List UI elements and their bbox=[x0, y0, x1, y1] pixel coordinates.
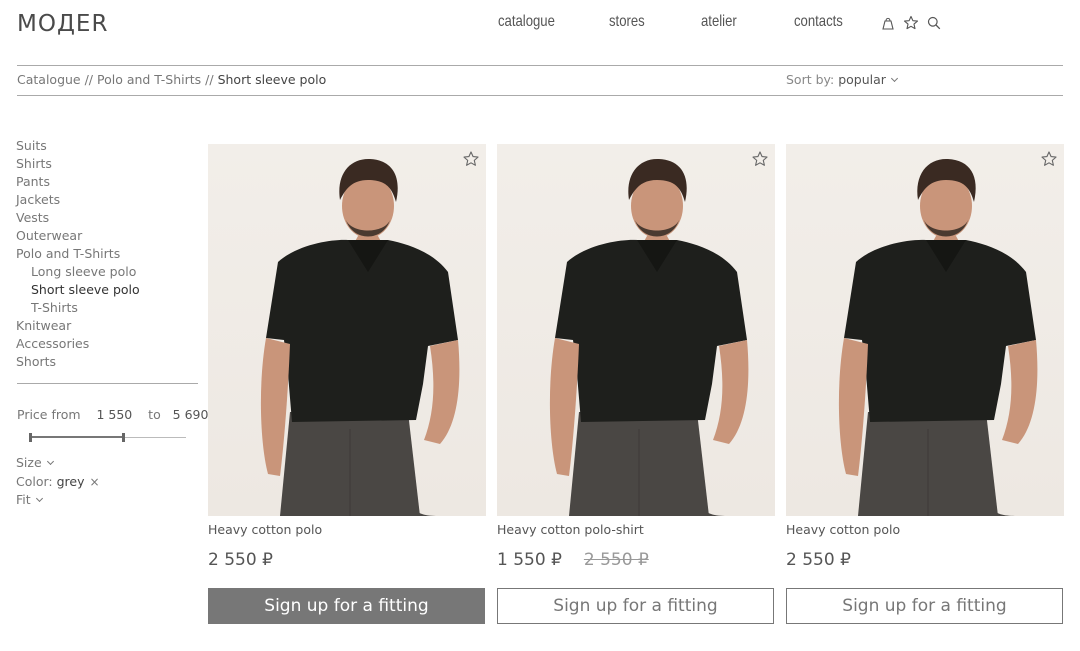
product-image[interactable] bbox=[497, 144, 775, 516]
product-image[interactable] bbox=[208, 144, 486, 516]
sidebar-category-item[interactable]: Suits bbox=[16, 137, 140, 155]
nav-catalogue[interactable]: catalogue bbox=[498, 13, 555, 35]
product-photo bbox=[260, 158, 460, 516]
price-filter: Price from 1 550 to 5 690 bbox=[17, 407, 208, 422]
sidebar-category-item[interactable]: Knitwear bbox=[16, 317, 140, 335]
price-min-input[interactable]: 1 550 bbox=[96, 407, 132, 422]
chevron-down-icon bbox=[35, 494, 43, 503]
sidebar-category-item[interactable]: Polo and T-Shirts bbox=[16, 245, 140, 263]
add-to-favorites-icon[interactable] bbox=[462, 150, 480, 168]
product-name[interactable]: Heavy cotton polo-shirt bbox=[497, 522, 775, 540]
size-filter[interactable]: Size bbox=[16, 455, 54, 470]
remove-color-filter-icon[interactable]: × bbox=[90, 475, 100, 489]
sidebar-divider bbox=[17, 383, 198, 384]
sort-dropdown[interactable]: Sort by: popular bbox=[786, 72, 898, 87]
sidebar-category-item[interactable]: Pants bbox=[16, 173, 140, 191]
product-price-row: 1 550 ₽ 2 550 ₽ bbox=[497, 550, 775, 574]
product-card[interactable]: Heavy cotton polo 2 550 ₽ Sign up for a fi… bbox=[786, 144, 1064, 624]
product-price: 1 550 ₽ bbox=[497, 550, 562, 570]
size-filter-label: Size bbox=[16, 455, 42, 470]
nav-stores[interactable]: stores bbox=[609, 13, 645, 35]
product-old-price: 2 550 ₽ bbox=[583, 550, 649, 570]
price-slider-min-handle[interactable] bbox=[29, 433, 32, 442]
sidebar-category-item[interactable]: Long sleeve polo bbox=[16, 263, 140, 281]
sidebar-category-item[interactable]: Vests bbox=[16, 209, 140, 227]
sidebar-category-item[interactable]: Shirts bbox=[16, 155, 140, 173]
fit-filter[interactable]: Fit bbox=[16, 492, 43, 507]
sidebar-category-item[interactable]: Shorts bbox=[16, 353, 140, 371]
category-list: Suits Shirts Pants Jackets Vests Outerwear Pol… bbox=[16, 137, 140, 371]
price-slider-range bbox=[30, 436, 124, 438]
product-price: 2 550 ₽ bbox=[786, 550, 851, 570]
sort-value[interactable]: popular bbox=[838, 72, 886, 87]
toolbar-divider bbox=[17, 95, 1063, 96]
product-price: 2 550 ₽ bbox=[208, 550, 273, 570]
product-photo bbox=[549, 158, 749, 516]
sign-up-fitting-button[interactable]: Sign up for a fitting bbox=[786, 588, 1063, 624]
price-to-label: to bbox=[148, 407, 161, 422]
chevron-down-icon bbox=[890, 74, 898, 83]
price-slider-max-handle[interactable] bbox=[122, 433, 125, 442]
product-name[interactable]: Heavy cotton polo bbox=[208, 522, 486, 540]
price-max-input[interactable]: 5 690 bbox=[173, 407, 209, 422]
product-image[interactable] bbox=[786, 144, 1064, 516]
product-card[interactable]: Heavy cotton polo-shirt 1 550 ₽ 2 550 ₽ Sig… bbox=[497, 144, 775, 624]
price-from-label: Price from bbox=[17, 407, 81, 422]
favorites-icon[interactable] bbox=[903, 15, 919, 31]
breadcrumb: Catalogue // Polo and T-Shirts // Short … bbox=[17, 72, 326, 87]
product-photo bbox=[838, 158, 1038, 516]
add-to-favorites-icon[interactable] bbox=[751, 150, 769, 168]
nav-contacts[interactable]: contacts bbox=[794, 13, 843, 35]
breadcrumb-path[interactable]: Catalogue // Polo and T-Shirts // bbox=[17, 72, 218, 87]
color-filter-value: grey bbox=[56, 474, 85, 489]
color-filter[interactable]: Color: grey × bbox=[16, 474, 100, 489]
chevron-down-icon bbox=[46, 457, 54, 466]
fit-filter-label: Fit bbox=[16, 492, 31, 507]
sidebar-category-item[interactable]: T-Shirts bbox=[16, 299, 140, 317]
sign-up-fitting-button[interactable]: Sign up for a fitting bbox=[208, 588, 485, 624]
search-icon[interactable] bbox=[926, 15, 942, 31]
sidebar-category-item[interactable]: Accessories bbox=[16, 335, 140, 353]
product-price-row: 2 550 ₽ bbox=[208, 550, 486, 574]
sort-label: Sort by: bbox=[786, 72, 839, 87]
product-name[interactable]: Heavy cotton polo bbox=[786, 522, 1064, 540]
add-to-favorites-icon[interactable] bbox=[1040, 150, 1058, 168]
color-filter-label: Color: bbox=[16, 474, 53, 489]
sign-up-fitting-button[interactable]: Sign up for a fitting bbox=[497, 588, 774, 624]
sidebar-category-item[interactable]: Jackets bbox=[16, 191, 140, 209]
account-icon[interactable] bbox=[880, 15, 896, 31]
sidebar-category-item[interactable]: Outerwear bbox=[16, 227, 140, 245]
sidebar-category-item[interactable]: Short sleeve polo bbox=[16, 281, 140, 299]
product-price-row: 2 550 ₽ bbox=[786, 550, 1064, 574]
brand-logo[interactable]: MOДЕR bbox=[17, 11, 108, 37]
breadcrumb-current: Short sleeve polo bbox=[217, 72, 327, 87]
nav-atelier[interactable]: atelier bbox=[701, 13, 737, 35]
header-divider bbox=[17, 65, 1063, 66]
product-card[interactable]: Heavy cotton polo 2 550 ₽ Sign up for a fi… bbox=[208, 144, 486, 624]
